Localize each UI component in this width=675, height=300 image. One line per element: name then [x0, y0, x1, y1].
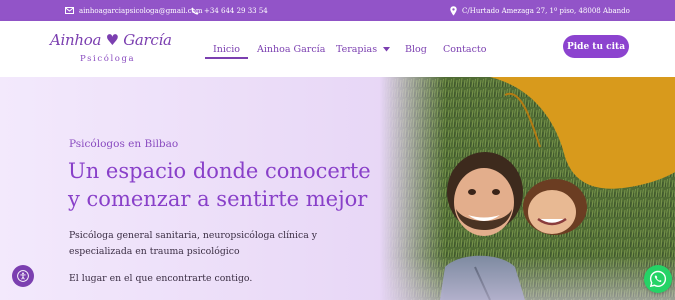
nav-label: Blog — [405, 43, 427, 55]
hero-headline-line-2: y comenzar a sentirte mejor — [68, 187, 368, 211]
address-link[interactable]: C/Hurtado Amezaga 27, 1º piso, 48008 Aba… — [450, 0, 630, 21]
hero-description: Psicóloga general sanitaria, neuropsicól… — [69, 230, 317, 257]
nav-contacto[interactable]: Contacto — [443, 21, 486, 77]
nav-blog[interactable]: Blog — [405, 21, 427, 77]
nav-terapias[interactable]: Terapias — [336, 21, 391, 77]
hero-photo — [380, 77, 675, 300]
nav-label: Inicio — [213, 43, 240, 55]
hero-headline-line-1: Un espacio donde conocerte — [68, 159, 371, 183]
logo[interactable]: Ainhoa ♥ García Psicóloga — [50, 31, 172, 71]
whatsapp-icon — [649, 270, 667, 288]
nav-label: Terapias — [336, 43, 378, 55]
chevron-down-icon — [383, 46, 391, 51]
phone-icon — [191, 7, 199, 15]
site-header: Ainhoa ♥ García Psicóloga Inicio Ainhoa … — [0, 21, 675, 77]
hero-headline: Un espacio donde conocerte y comenzar a … — [68, 157, 371, 213]
address-text: C/Hurtado Amezaga 27, 1º piso, 48008 Aba… — [462, 6, 630, 15]
hero-eyebrow: Psicólogos en Bilbao — [69, 138, 179, 150]
book-appointment-button[interactable]: Pide tu cita — [563, 35, 629, 58]
logo-subtitle: Psicóloga — [80, 54, 136, 64]
top-contact-bar: ainhoagarciapsicologa@gmail.com +34 644 … — [0, 0, 675, 21]
accessibility-button[interactable] — [12, 265, 34, 287]
phone-text: +34 644 29 33 54 — [204, 6, 268, 15]
email-link[interactable]: ainhoagarciapsicologa@gmail.com — [65, 0, 202, 21]
hero-section: Psicólogos en Bilbao Un espacio donde co… — [0, 77, 675, 300]
email-text: ainhoagarciapsicologa@gmail.com — [79, 6, 203, 15]
nav-label: Ainhoa García — [257, 43, 326, 55]
mail-icon — [65, 7, 74, 14]
location-pin-icon — [450, 5, 457, 16]
whatsapp-button[interactable] — [644, 265, 672, 293]
hero-tagline: El lugar en el que encontrarte contigo. — [69, 273, 253, 284]
logo-script: Ainhoa ♥ García — [50, 31, 172, 49]
accessibility-icon — [17, 270, 29, 282]
phone-link[interactable]: +34 644 29 33 54 — [191, 0, 268, 21]
nav-label: Contacto — [443, 43, 487, 55]
nav-ainhoa-garcia[interactable]: Ainhoa García — [257, 21, 325, 77]
nav-inicio[interactable]: Inicio — [205, 21, 248, 77]
